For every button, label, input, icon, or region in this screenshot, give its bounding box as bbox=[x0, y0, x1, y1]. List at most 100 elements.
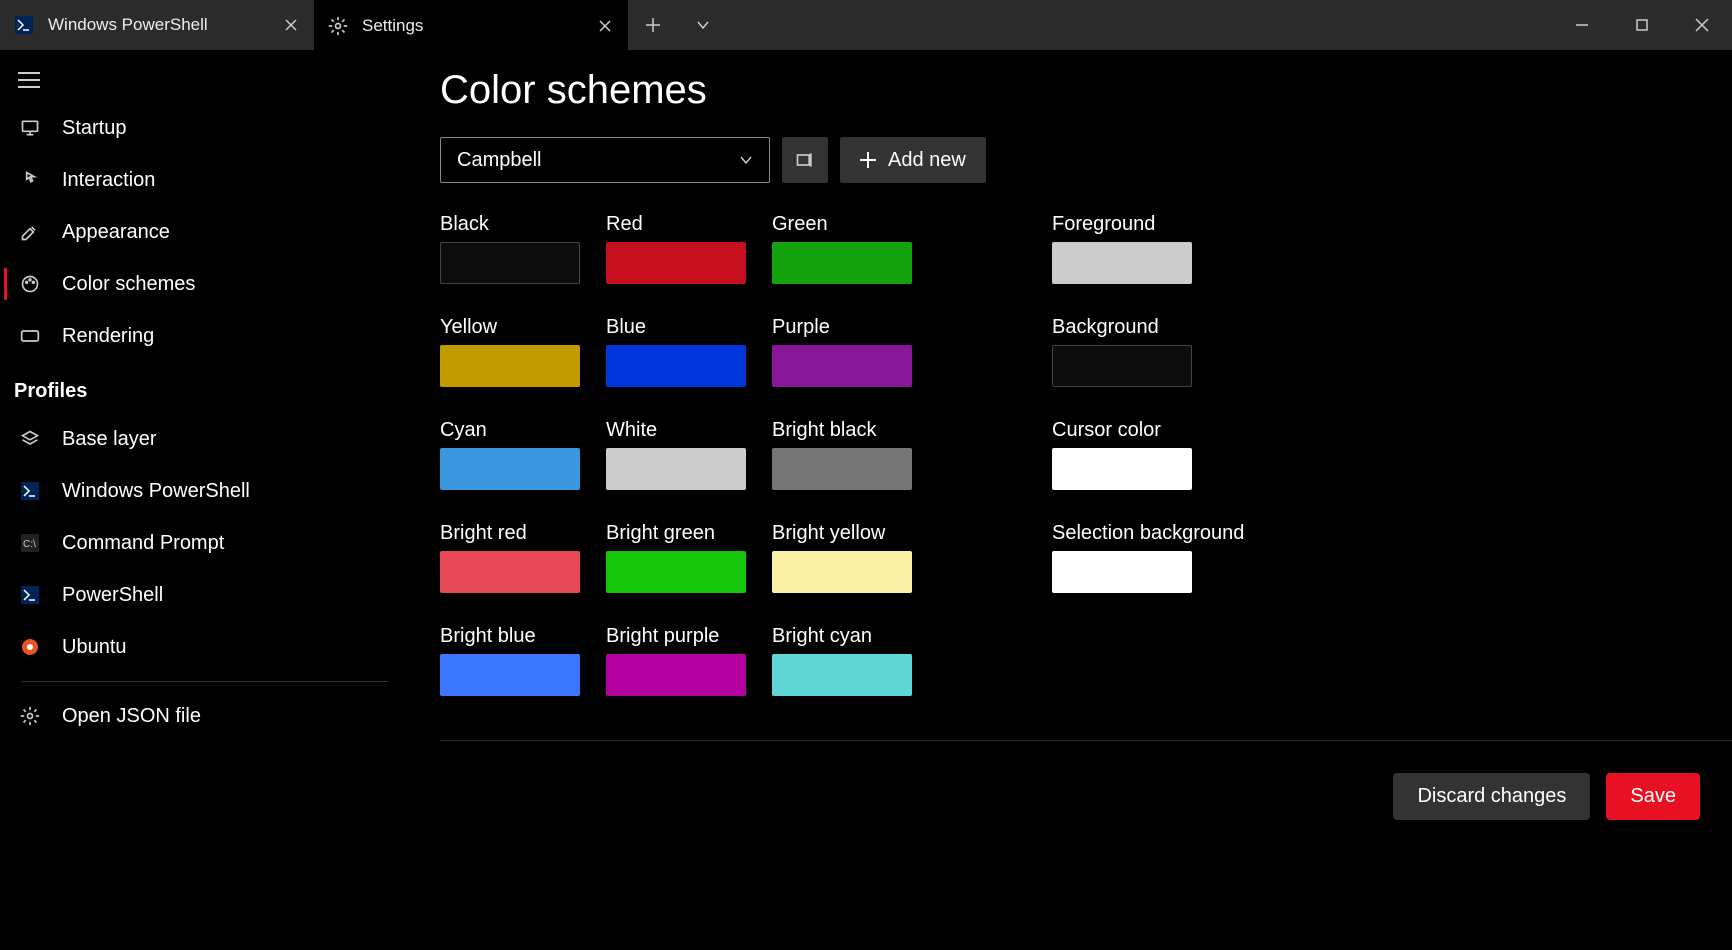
sidebar-item-label: Rendering bbox=[62, 325, 154, 348]
swatch-label: Cyan bbox=[440, 419, 590, 442]
sidebar-item-label: Open JSON file bbox=[62, 705, 201, 728]
swatch-label: Selection background bbox=[1052, 522, 1244, 545]
scheme-select[interactable]: Campbell bbox=[440, 137, 770, 183]
add-new-button[interactable]: Add new bbox=[840, 137, 986, 183]
color-swatch-bright-purple: Bright purple bbox=[606, 625, 756, 696]
sidebar-item-label: Color schemes bbox=[62, 273, 195, 296]
sidebar-item-ubuntu[interactable]: Ubuntu bbox=[0, 621, 410, 673]
maximize-button[interactable] bbox=[1612, 0, 1672, 50]
close-icon[interactable] bbox=[596, 17, 614, 35]
swatch-color[interactable] bbox=[606, 345, 746, 387]
colors-grid: BlackRedGreenYellowBluePurpleCyanWhiteBr… bbox=[440, 213, 922, 696]
minimize-button[interactable] bbox=[1552, 0, 1612, 50]
swatch-color[interactable] bbox=[772, 345, 912, 387]
sidebar-item-open-json[interactable]: Open JSON file bbox=[0, 690, 410, 858]
tab-powershell[interactable]: Windows PowerShell bbox=[0, 0, 314, 50]
tab-settings[interactable]: Settings bbox=[314, 0, 628, 50]
sidebar-nav: Startup Interaction Appearance Color sch… bbox=[0, 102, 410, 950]
rename-scheme-button[interactable] bbox=[782, 137, 828, 183]
new-tab-button[interactable] bbox=[628, 0, 678, 50]
discard-button[interactable]: Discard changes bbox=[1393, 773, 1590, 820]
save-button[interactable]: Save bbox=[1606, 773, 1700, 820]
color-swatch-cursor-color: Cursor color bbox=[1052, 419, 1244, 490]
sidebar-item-base-layer[interactable]: Base layer bbox=[0, 413, 410, 465]
window-buttons bbox=[1552, 0, 1732, 50]
page-title: Color schemes bbox=[440, 68, 1732, 113]
sidebar-item-windows-powershell[interactable]: Windows PowerShell bbox=[0, 465, 410, 517]
swatch-label: Red bbox=[606, 213, 756, 236]
swatch-color[interactable] bbox=[440, 551, 580, 593]
powershell-icon bbox=[18, 583, 42, 607]
add-new-label: Add new bbox=[888, 149, 966, 172]
swatch-color[interactable] bbox=[1052, 345, 1192, 387]
interaction-icon bbox=[18, 168, 42, 192]
color-swatch-white: White bbox=[606, 419, 756, 490]
swatch-label: White bbox=[606, 419, 756, 442]
sidebar-item-label: Command Prompt bbox=[62, 532, 224, 555]
content-divider bbox=[440, 740, 1732, 741]
sidebar-item-label: Ubuntu bbox=[62, 636, 127, 659]
swatch-label: Yellow bbox=[440, 316, 590, 339]
swatch-color[interactable] bbox=[772, 242, 912, 284]
swatch-color[interactable] bbox=[772, 654, 912, 696]
swatch-color[interactable] bbox=[606, 551, 746, 593]
swatch-color[interactable] bbox=[440, 448, 580, 490]
color-swatch-yellow: Yellow bbox=[440, 316, 590, 387]
swatch-color[interactable] bbox=[606, 242, 746, 284]
startup-icon bbox=[18, 116, 42, 140]
color-swatch-selection-background: Selection background bbox=[1052, 522, 1244, 593]
sidebar-item-startup[interactable]: Startup bbox=[0, 102, 410, 154]
color-swatch-bright-blue: Bright blue bbox=[440, 625, 590, 696]
sidebar-item-color-schemes[interactable]: Color schemes bbox=[0, 258, 410, 310]
color-swatch-bright-black: Bright black bbox=[772, 419, 922, 490]
swatch-label: Foreground bbox=[1052, 213, 1244, 236]
appearance-icon bbox=[18, 220, 42, 244]
tab-label: Windows PowerShell bbox=[48, 15, 268, 35]
swatch-color[interactable] bbox=[606, 448, 746, 490]
swatch-label: Bright red bbox=[440, 522, 590, 545]
color-swatch-background: Background bbox=[1052, 316, 1244, 387]
swatch-label: Bright green bbox=[606, 522, 756, 545]
plus-icon bbox=[860, 152, 876, 168]
sidebar-item-interaction[interactable]: Interaction bbox=[0, 154, 410, 206]
sidebar-item-appearance[interactable]: Appearance bbox=[0, 206, 410, 258]
close-icon[interactable] bbox=[282, 16, 300, 34]
swatch-color[interactable] bbox=[1052, 242, 1192, 284]
scheme-select-value: Campbell bbox=[457, 149, 541, 172]
sidebar-item-powershell[interactable]: PowerShell bbox=[0, 569, 410, 621]
tab-label: Settings bbox=[362, 16, 582, 36]
gear-icon bbox=[328, 16, 348, 36]
swatch-label: Bright purple bbox=[606, 625, 756, 648]
sidebar-item-label: Base layer bbox=[62, 428, 157, 451]
swatch-color[interactable] bbox=[772, 551, 912, 593]
swatch-color[interactable] bbox=[1052, 448, 1192, 490]
swatch-color[interactable] bbox=[440, 345, 580, 387]
swatch-color[interactable] bbox=[440, 654, 580, 696]
color-swatch-black: Black bbox=[440, 213, 590, 284]
color-swatch-bright-green: Bright green bbox=[606, 522, 756, 593]
chevron-down-icon bbox=[739, 155, 753, 165]
swatch-label: Bright cyan bbox=[772, 625, 922, 648]
sidebar-divider bbox=[22, 681, 388, 682]
special-colors: Foreground Background Cursor color Selectio… bbox=[1052, 213, 1244, 696]
color-swatch-red: Red bbox=[606, 213, 756, 284]
swatch-label: Black bbox=[440, 213, 590, 236]
swatch-label: Bright blue bbox=[440, 625, 590, 648]
swatch-label: Green bbox=[772, 213, 922, 236]
sidebar-item-rendering[interactable]: Rendering bbox=[0, 310, 410, 362]
swatch-color[interactable] bbox=[1052, 551, 1192, 593]
color-swatch-bright-yellow: Bright yellow bbox=[772, 522, 922, 593]
swatch-color[interactable] bbox=[606, 654, 746, 696]
hamburger-button[interactable] bbox=[0, 58, 410, 102]
close-window-button[interactable] bbox=[1672, 0, 1732, 50]
color-swatch-green: Green bbox=[772, 213, 922, 284]
footer-actions: Discard changes Save bbox=[1393, 773, 1700, 820]
sidebar-item-label: Startup bbox=[62, 117, 126, 140]
ubuntu-icon bbox=[18, 635, 42, 659]
swatch-color[interactable] bbox=[772, 448, 912, 490]
sidebar-item-command-prompt[interactable]: C:\ Command Prompt bbox=[0, 517, 410, 569]
rendering-icon bbox=[18, 324, 42, 348]
sidebar-item-label: PowerShell bbox=[62, 584, 163, 607]
swatch-color[interactable] bbox=[440, 242, 580, 284]
tab-dropdown-button[interactable] bbox=[678, 0, 728, 50]
